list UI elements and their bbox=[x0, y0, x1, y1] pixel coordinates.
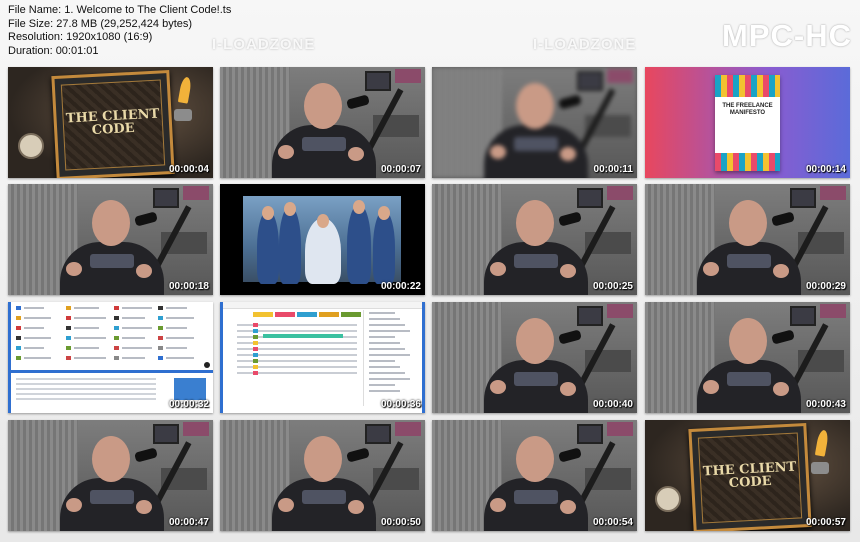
resolution-line: Resolution: 1920x1080 (16:9) bbox=[8, 31, 153, 43]
video-thumbnail: THE FREELANCE MANIFESTO 00:00:14 bbox=[645, 67, 850, 178]
book-scene: THE FREELANCE MANIFESTO bbox=[645, 67, 850, 178]
video-thumbnail: 00:00:11 bbox=[432, 67, 637, 178]
watermark-1: I-LOADZONE bbox=[212, 36, 316, 53]
camera-lens bbox=[18, 133, 44, 159]
video-thumbnail: 00:00:29 bbox=[645, 184, 850, 295]
video-thumbnail: 00:00:36 bbox=[220, 302, 425, 413]
timestamp: 00:00:40 bbox=[592, 399, 633, 410]
timestamp: 00:00:54 bbox=[592, 517, 633, 528]
speaker-scene bbox=[432, 302, 637, 413]
book-cover: THE FREELANCE MANIFESTO bbox=[715, 75, 780, 171]
stats-box bbox=[174, 378, 206, 400]
chat-icon bbox=[204, 362, 210, 368]
speaker-scene bbox=[432, 420, 637, 531]
web-dashboard-scene bbox=[8, 302, 213, 413]
file-info: File Name: 1. Welcome to The Client Code… bbox=[8, 4, 231, 58]
speaker-head bbox=[516, 200, 554, 246]
mpc-hc-logo: MPC-HC bbox=[722, 18, 852, 53]
speaker-head bbox=[516, 83, 554, 129]
timestamp: 00:00:07 bbox=[380, 164, 421, 175]
quill-icon bbox=[177, 76, 193, 104]
file-name-line: File Name: 1. Welcome to The Client Code… bbox=[8, 4, 232, 16]
video-thumbnail: 00:00:25 bbox=[432, 184, 637, 295]
timestamp: 00:00:36 bbox=[380, 399, 421, 410]
timestamp: 00:00:18 bbox=[168, 281, 209, 292]
video-thumbnail: 00:00:22 bbox=[220, 184, 425, 295]
inkpot bbox=[811, 462, 829, 474]
timestamp: 00:00:14 bbox=[805, 164, 846, 175]
client-code-box: THE CLIENT CODE bbox=[51, 69, 175, 178]
file-size-line: File Size: 27.8 MB (29,252,424 bytes) bbox=[8, 17, 193, 30]
tv-scene bbox=[220, 184, 425, 295]
speaker-head bbox=[92, 436, 130, 482]
speaker-head bbox=[516, 436, 554, 482]
speaker-scene bbox=[645, 184, 850, 295]
person bbox=[279, 206, 301, 284]
speaker-scene bbox=[432, 67, 637, 178]
speaker-scene bbox=[8, 420, 213, 531]
duration-line: Duration: 00:01:01 bbox=[8, 44, 99, 57]
person bbox=[257, 210, 279, 284]
timestamp: 00:00:29 bbox=[805, 281, 846, 292]
timestamp: 00:00:43 bbox=[805, 399, 846, 410]
box-scene: THE CLIENT CODE bbox=[8, 67, 213, 178]
video-thumbnail: 00:00:47 bbox=[8, 420, 213, 531]
speaker-scene bbox=[8, 184, 213, 295]
video-thumbnail: THE CLIENT CODE 00:00:04 bbox=[8, 67, 213, 178]
speaker-head bbox=[304, 83, 342, 129]
timestamp: 00:00:04 bbox=[168, 164, 209, 175]
book-title: THE FREELANCE MANIFESTO bbox=[722, 103, 773, 116]
person bbox=[347, 204, 371, 284]
timestamp: 00:00:47 bbox=[168, 517, 209, 528]
timestamp: 00:00:32 bbox=[168, 399, 209, 410]
timestamp: 00:00:22 bbox=[380, 281, 421, 292]
speaker-head bbox=[92, 200, 130, 246]
speaker-head bbox=[304, 436, 342, 482]
speaker-scene bbox=[432, 184, 637, 295]
video-thumbnail: 00:00:18 bbox=[8, 184, 213, 295]
video-thumbnail: 00:00:54 bbox=[432, 420, 637, 531]
speaker-head bbox=[729, 200, 767, 246]
web-table-scene bbox=[220, 302, 425, 413]
speaker-head bbox=[516, 318, 554, 364]
person bbox=[373, 210, 395, 284]
video-thumbnail: 00:00:50 bbox=[220, 420, 425, 531]
timestamp: 00:00:57 bbox=[805, 517, 846, 528]
video-thumbnail: 00:00:32 bbox=[8, 302, 213, 413]
video-thumbnail: 00:00:40 bbox=[432, 302, 637, 413]
speaker-scene bbox=[220, 67, 425, 178]
video-thumbnail: 00:00:43 bbox=[645, 302, 850, 413]
speaker-scene bbox=[220, 420, 425, 531]
inkpot bbox=[174, 109, 192, 121]
timestamp: 00:00:50 bbox=[380, 517, 421, 528]
timestamp: 00:00:11 bbox=[593, 164, 633, 175]
video-thumbnail: THE CLIENT CODE 00:00:57 bbox=[645, 420, 850, 531]
speaker-scene bbox=[645, 302, 850, 413]
watermark-2: I-LOADZONE bbox=[533, 36, 637, 53]
timestamp: 00:00:25 bbox=[592, 281, 633, 292]
quill-icon bbox=[814, 429, 830, 457]
camera-lens bbox=[655, 486, 681, 512]
client-code-box: THE CLIENT CODE bbox=[688, 422, 812, 531]
box-scene: THE CLIENT CODE bbox=[645, 420, 850, 531]
video-thumbnail: 00:00:07 bbox=[220, 67, 425, 178]
speaker-head bbox=[729, 318, 767, 364]
